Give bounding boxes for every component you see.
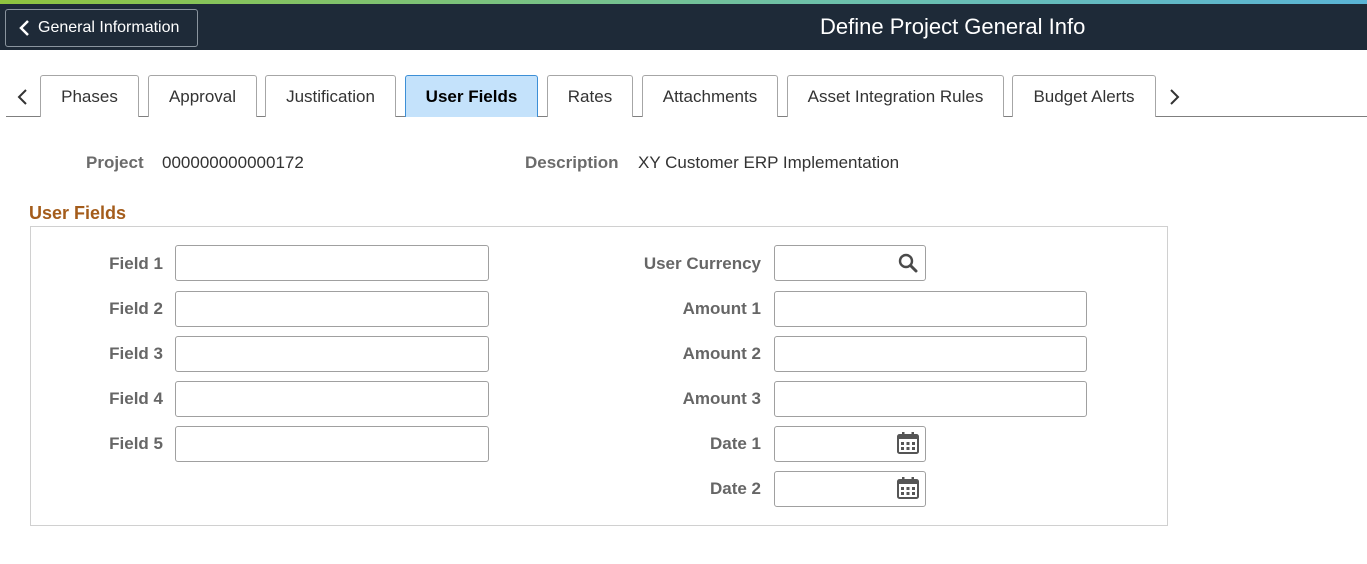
tab-label: User Fields	[425, 86, 518, 106]
amount-2-input[interactable]	[774, 336, 1087, 372]
amount-2-label: Amount 2	[682, 344, 761, 363]
field-5-input[interactable]	[175, 426, 489, 462]
field-2-label: Field 2	[109, 299, 163, 318]
project-label: Project	[86, 153, 144, 172]
field-4-input[interactable]	[175, 381, 489, 417]
section-title: User Fields	[29, 203, 127, 223]
tab-label: Budget Alerts	[1033, 86, 1135, 106]
date-1-label: Date 1	[709, 434, 761, 453]
tab-bar: Phases Approval Justification User Field…	[6, 75, 1367, 117]
calendar-icon[interactable]	[896, 431, 920, 455]
field-1-input[interactable]	[175, 245, 489, 281]
tab-user-fields[interactable]: User Fields	[405, 75, 538, 117]
field-3-input[interactable]	[175, 336, 489, 372]
amount-1-input[interactable]	[774, 291, 1087, 327]
tab-phases[interactable]: Phases	[40, 75, 139, 117]
date-2-label: Date 2	[709, 479, 761, 498]
back-button-label: General Information	[38, 19, 180, 36]
amount-1-label: Amount 1	[682, 299, 761, 318]
chevron-right-icon[interactable]	[1167, 89, 1181, 105]
calendar-icon[interactable]	[896, 476, 920, 500]
amount-3-input[interactable]	[774, 381, 1087, 417]
tab-approval[interactable]: Approval	[148, 75, 257, 117]
amount-3-label: Amount 3	[682, 389, 761, 408]
tab-asset-integration-rules[interactable]: Asset Integration Rules	[787, 75, 1004, 117]
field-3-label: Field 3	[109, 344, 163, 363]
tab-label: Attachments	[662, 86, 758, 106]
project-value: 000000000000172	[162, 153, 304, 172]
field-5-label: Field 5	[109, 434, 163, 453]
description-label: Description	[525, 153, 619, 172]
tab-label: Asset Integration Rules	[807, 86, 984, 106]
chevron-left-icon	[19, 20, 29, 36]
chevron-left-icon[interactable]	[16, 89, 30, 105]
page-title: Define Project General Info	[820, 14, 1086, 39]
tab-rates[interactable]: Rates	[547, 75, 633, 117]
tab-label: Justification	[286, 86, 375, 106]
search-icon[interactable]	[896, 251, 920, 275]
tab-attachments[interactable]: Attachments	[642, 75, 778, 117]
tab-label: Rates	[567, 86, 613, 106]
tab-budget-alerts[interactable]: Budget Alerts	[1012, 75, 1156, 117]
tab-label: Approval	[168, 86, 237, 106]
page-header: General Information Define Project Gener…	[0, 4, 1367, 50]
tab-label: Phases	[61, 86, 118, 106]
tab-justification[interactable]: Justification	[265, 75, 396, 117]
user-currency-label: User Currency	[643, 254, 761, 273]
field-1-label: Field 1	[109, 254, 163, 273]
field-4-label: Field 4	[109, 389, 163, 408]
description-value: XY Customer ERP Implementation	[638, 153, 900, 172]
field-2-input[interactable]	[175, 291, 489, 327]
back-button[interactable]: General Information	[5, 9, 198, 47]
